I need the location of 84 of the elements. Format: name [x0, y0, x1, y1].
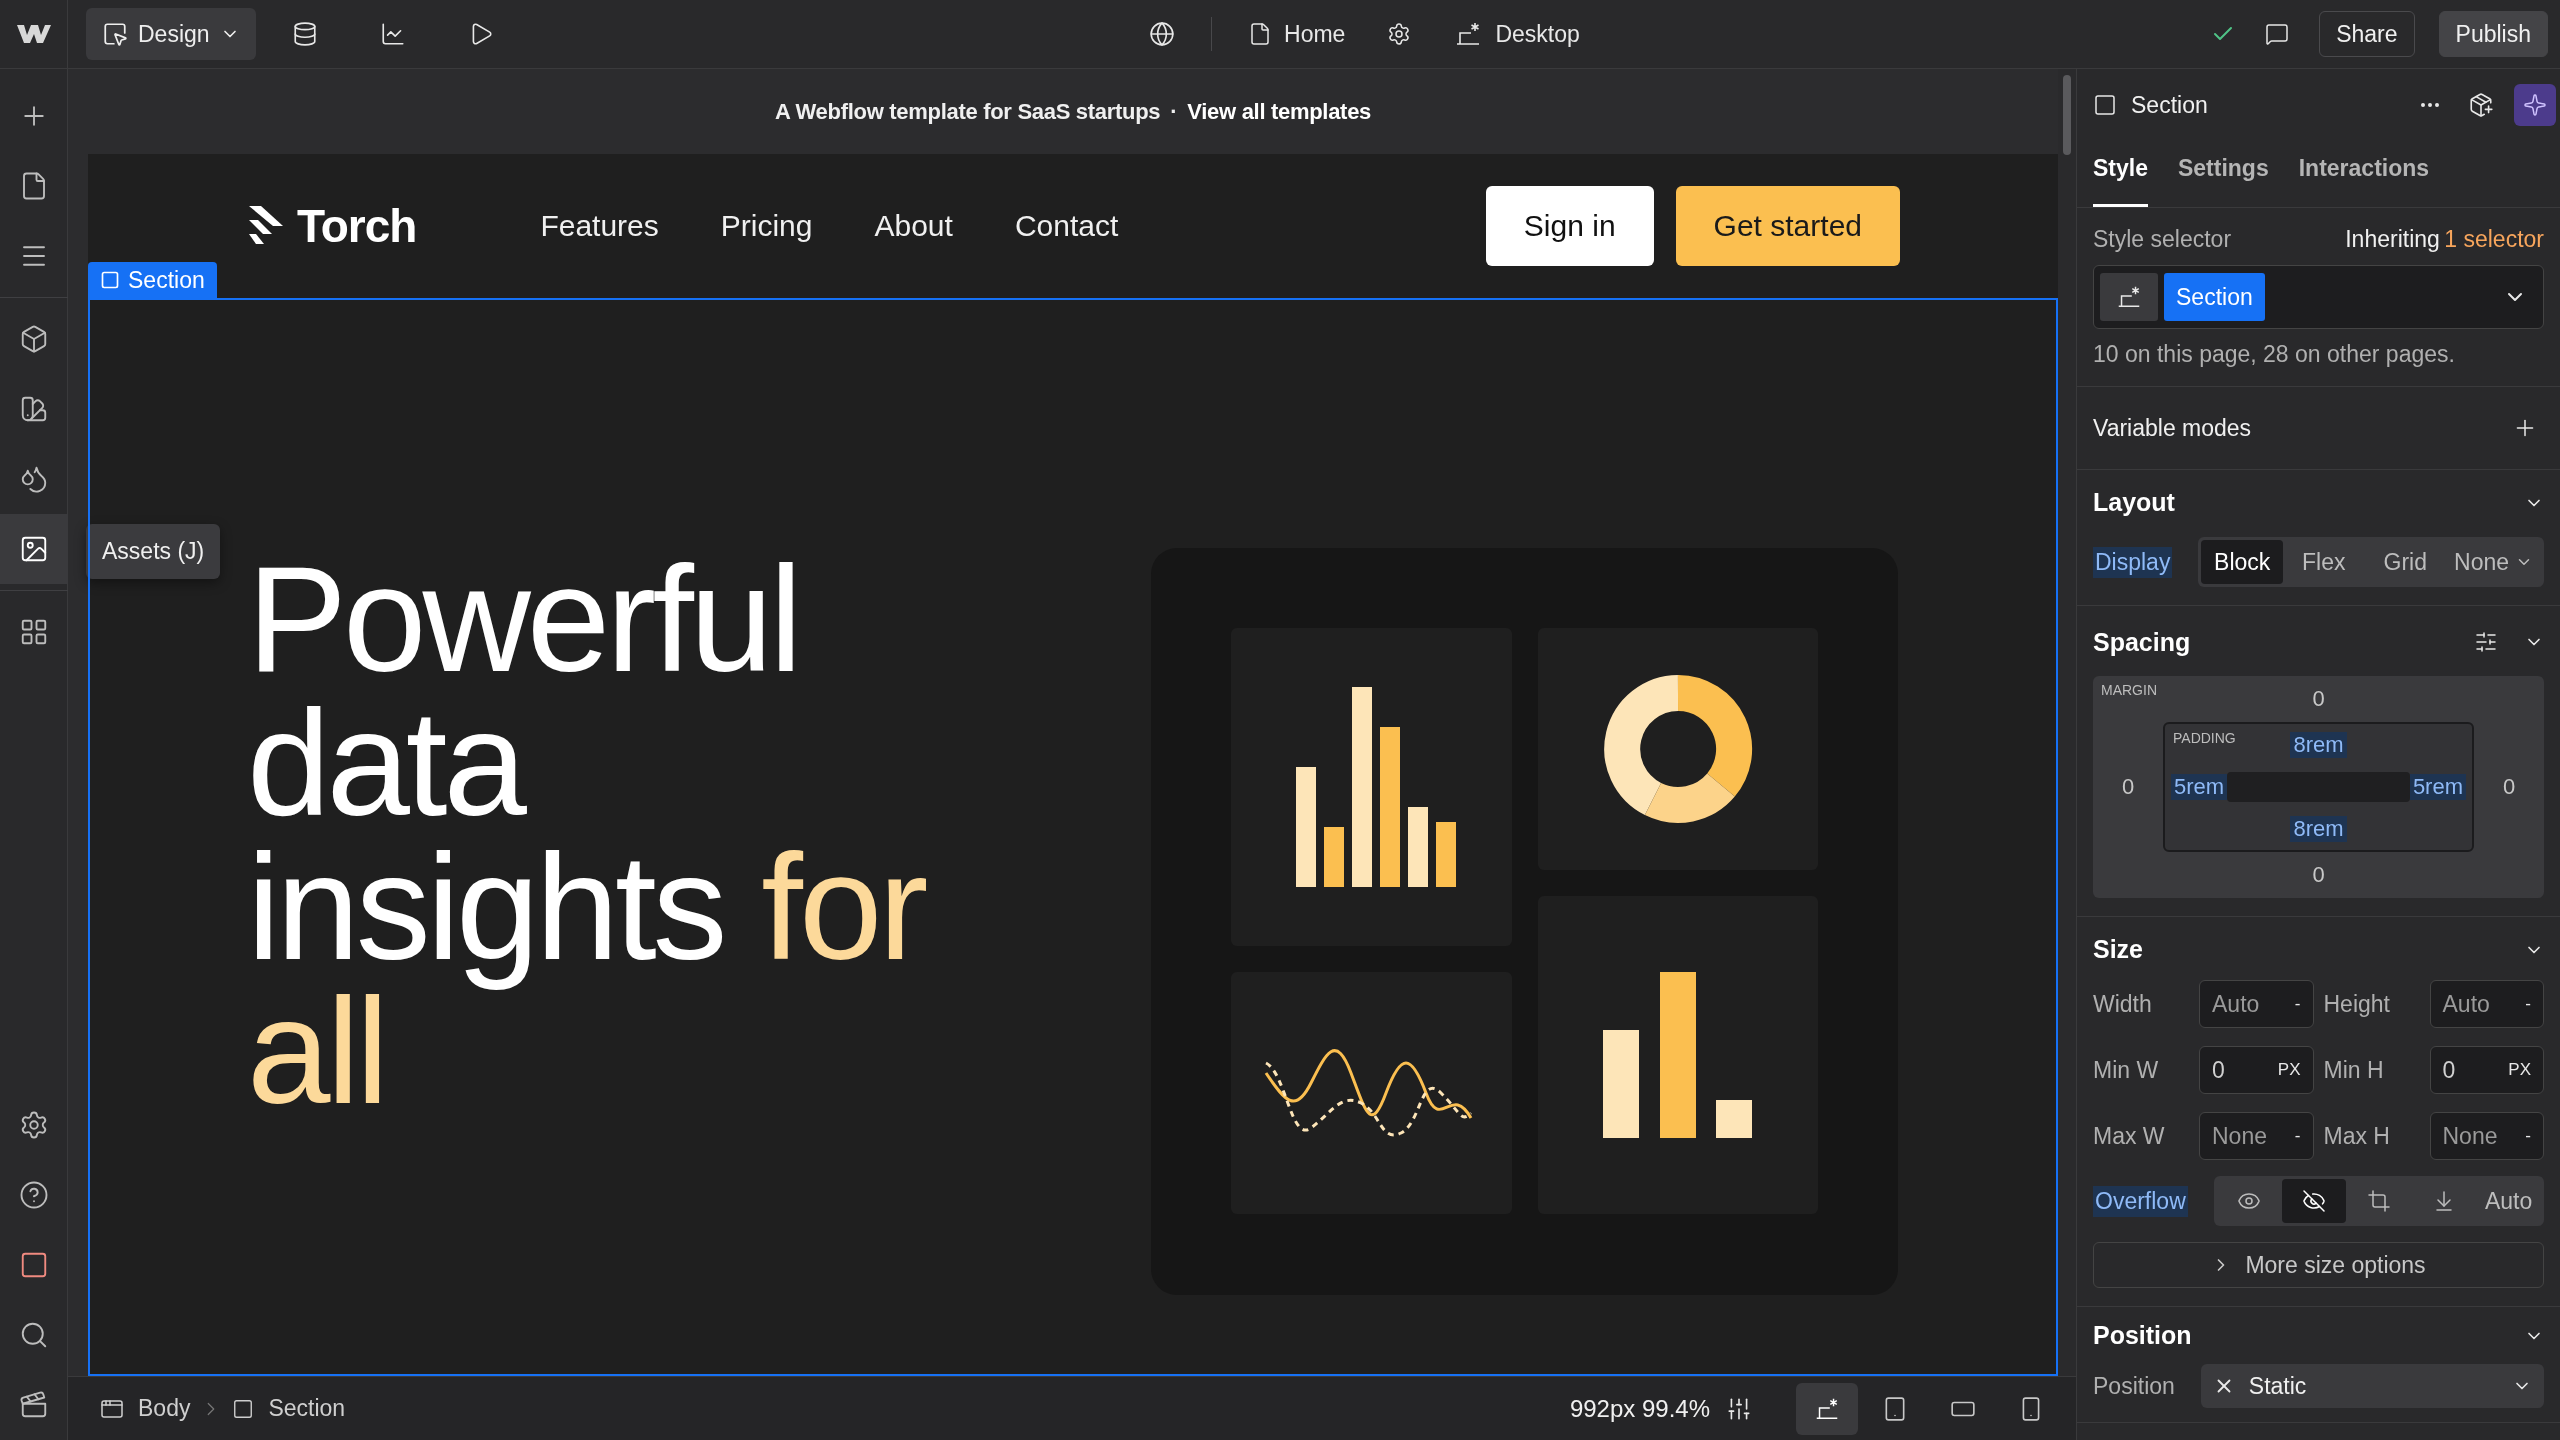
size-field[interactable]: Auto -: [2199, 980, 2314, 1028]
size-field[interactable]: 0 PX: [2199, 1046, 2314, 1094]
margin-value[interactable]: 0: [2309, 686, 2328, 712]
field-label: Max W: [2093, 1122, 2166, 1150]
nav-link[interactable]: Pricing: [720, 209, 813, 243]
padding-label: PADDING: [2173, 730, 2236, 746]
eye-off-icon: [2302, 1189, 2326, 1213]
overflow-option[interactable]: Auto: [2476, 1179, 2541, 1223]
breadcrumb[interactable]: Section: [222, 1395, 356, 1422]
scrollbar-thumb[interactable]: [2063, 75, 2071, 155]
display-option[interactable]: Grid: [2364, 540, 2446, 584]
margin-label: MARGIN: [2101, 682, 2157, 698]
display-option[interactable]: Flex: [2282, 540, 2365, 584]
sparkle-button[interactable]: [2514, 84, 2556, 126]
canvas-size-readout: 992px 99.4%: [1569, 1394, 1710, 1423]
panel-tab[interactable]: Interactions: [2298, 141, 2430, 207]
inheriting-label: Inheriting: [2345, 226, 2440, 252]
page-selector[interactable]: Home: [1242, 14, 1352, 54]
eye-off-option[interactable]: [2281, 1179, 2347, 1223]
margin-value[interactable]: 0: [2499, 774, 2519, 800]
breakpoint-selector[interactable]: Desktop: [1447, 13, 1586, 55]
overflow-label: Overflow: [2093, 1185, 2188, 1217]
more-size-options-button[interactable]: More size options: [2093, 1242, 2544, 1288]
share-button[interactable]: Share: [2319, 11, 2415, 57]
field-label: Width: [2093, 990, 2153, 1018]
section-title: Size: [2093, 935, 2144, 964]
separator-dot: ·: [1170, 98, 1178, 125]
hero-headline: Powerful data insights for all: [247, 547, 926, 1123]
crop-icon: [2366, 1189, 2391, 1213]
section-label: Variable modes: [2093, 414, 2252, 442]
margin-value[interactable]: 0: [2118, 774, 2138, 800]
section-tag[interactable]: Section: [88, 262, 217, 298]
size-field[interactable]: None -: [2429, 1112, 2544, 1160]
style-selector-field[interactable]: Section: [2093, 265, 2544, 329]
logo-icon[interactable]: [16, 23, 51, 45]
section-title: Spacing: [2093, 627, 2191, 657]
size-field[interactable]: None -: [2199, 1112, 2314, 1160]
sparkle-icon: [2523, 93, 2547, 117]
brand-name: Torch: [297, 199, 417, 253]
pointer-icon: [102, 21, 128, 47]
field-label: Min H: [2323, 1056, 2385, 1084]
get-started-button[interactable]: Get started: [1675, 186, 1900, 266]
padding-value[interactable]: 8rem: [2290, 732, 2347, 758]
bar: [1715, 1100, 1752, 1138]
nav-link[interactable]: Features: [540, 209, 659, 243]
nav-link[interactable]: Contact: [1014, 209, 1119, 243]
usage-text: 10 on this page, 28 on other pages.: [2093, 341, 2456, 368]
size-field[interactable]: 0 PX: [2429, 1046, 2544, 1094]
square-icon: [100, 270, 120, 290]
nav-link[interactable]: About: [874, 209, 953, 243]
field-label: Min W: [2093, 1056, 2160, 1084]
desktop-breakpoint-button[interactable]: [1796, 1382, 1858, 1435]
square-icon: [2093, 93, 2117, 117]
square-icon: [232, 1397, 255, 1420]
field-label: Max H: [2323, 1122, 2391, 1150]
display-label: Display: [2093, 546, 2173, 578]
publish-button[interactable]: Publish: [2438, 11, 2548, 57]
padding-value[interactable]: 5rem: [2171, 774, 2228, 800]
field-label: Height: [2323, 990, 2391, 1018]
display-option[interactable]: Block: [2201, 540, 2283, 584]
panel-tab[interactable]: Style: [2093, 141, 2148, 207]
margin-value[interactable]: 0: [2309, 862, 2328, 888]
tooltip: Assets (J): [86, 524, 221, 579]
selector-link[interactable]: 1 selector: [2444, 226, 2544, 252]
section-title: Position: [2093, 1321, 2192, 1350]
field-label: Style selector: [2093, 226, 2232, 253]
section-title: Layout: [2093, 488, 2175, 517]
templates-link[interactable]: View all templates: [1187, 98, 1371, 125]
breadcrumb[interactable]: Body: [90, 1395, 201, 1422]
class-chip[interactable]: Section: [2164, 273, 2265, 321]
banner-text: A Webflow template for SaaS startups: [774, 98, 1161, 125]
display-option[interactable]: None: [2446, 540, 2541, 584]
panel-tab[interactable]: Settings: [2178, 141, 2269, 207]
element-name: Section: [2131, 91, 2209, 119]
field-label: Position: [2093, 1372, 2175, 1400]
bar: [1436, 822, 1457, 887]
sign-in-button[interactable]: Sign in: [1485, 186, 1654, 266]
padding-value[interactable]: 8rem: [2290, 816, 2347, 842]
bar: [1324, 827, 1345, 887]
position-select[interactable]: Static: [2200, 1364, 2544, 1408]
image-icon[interactable]: [0, 514, 68, 584]
size-field[interactable]: Auto -: [2429, 980, 2544, 1028]
padding-value[interactable]: 5rem: [2409, 774, 2466, 800]
design-mode-button[interactable]: Design: [86, 8, 256, 60]
